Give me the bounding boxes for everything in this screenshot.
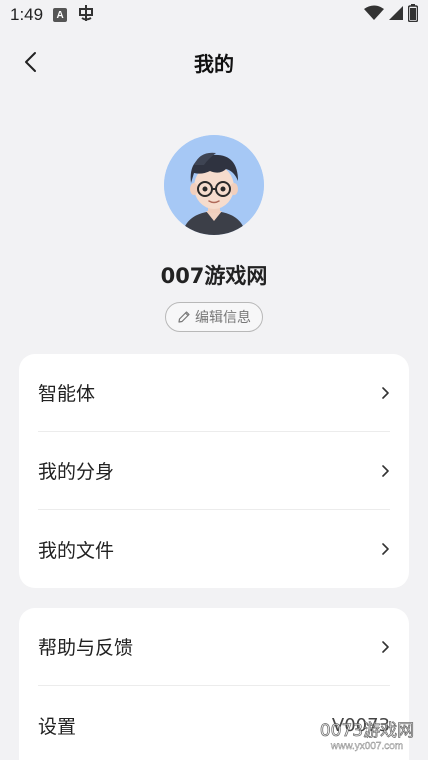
menu-item-my-files[interactable]: 我的文件 — [38, 510, 390, 588]
edit-info-button[interactable]: 编辑信息 — [165, 302, 263, 332]
back-button[interactable] — [14, 46, 46, 78]
status-left: 1:49 A — [10, 4, 95, 26]
status-bar: 1:49 A — [0, 0, 428, 30]
status-right — [364, 4, 419, 26]
menu-item-label: 帮助与反馈 — [38, 637, 134, 659]
menu-item-my-avatar[interactable]: 我的分身 — [38, 432, 390, 510]
signal-icon — [388, 5, 404, 25]
menu-item-agents[interactable]: 智能体 — [38, 354, 390, 432]
svg-text:0073游戏网: 0073游戏网 — [320, 721, 414, 741]
menu-item-label: 我的分身 — [38, 461, 115, 483]
chevron-right-icon — [380, 542, 390, 556]
avatar-cartoon-icon — [164, 135, 264, 235]
battery-icon — [407, 4, 419, 26]
chevron-left-icon — [25, 52, 36, 72]
header: 我的 — [0, 40, 428, 84]
watermark-logo: 0073游戏网 www.yx007.com — [312, 716, 422, 753]
menu-card-primary: 智能体 我的分身 我的文件 — [19, 354, 409, 588]
pencil-icon — [178, 311, 190, 323]
menu-item-label: 设置 — [38, 715, 77, 738]
notification-icon — [77, 4, 95, 26]
username: 007游戏网 — [160, 264, 268, 288]
menu-item-help-feedback[interactable]: 帮助与反馈 — [38, 608, 390, 686]
page-title: 我的 — [194, 51, 234, 76]
menu-item-label: 我的文件 — [38, 539, 115, 562]
chevron-right-icon — [380, 640, 390, 654]
edit-info-label: 编辑信息 — [195, 310, 251, 326]
chevron-right-icon — [380, 386, 390, 400]
avatar[interactable] — [164, 135, 264, 235]
svg-text:www.yx007.com: www.yx007.com — [330, 741, 403, 752]
chevron-right-icon — [380, 464, 390, 478]
status-time: 1:49 — [10, 5, 44, 24]
menu-item-label: 智能体 — [38, 383, 96, 405]
a-badge-icon: A — [53, 8, 68, 22]
wifi-icon — [364, 5, 384, 25]
